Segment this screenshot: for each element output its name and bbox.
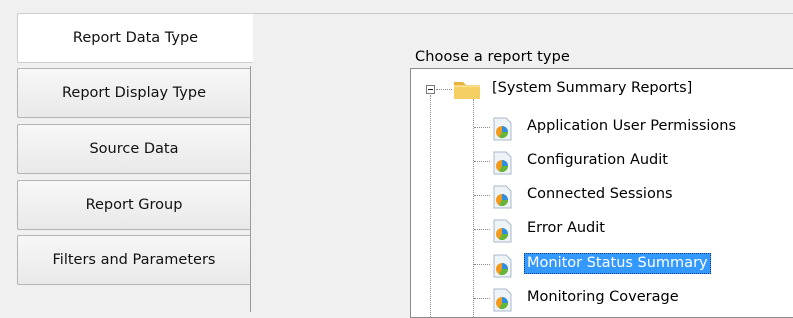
report-icon (493, 117, 512, 141)
tree-item-label[interactable]: Error Audit (524, 218, 608, 239)
tab-report-data-type[interactable]: Report Data Type (17, 13, 253, 63)
collapse-toggle[interactable] (426, 85, 435, 94)
tree-item[interactable]: Configuration Audit (411, 146, 791, 176)
tree-guide-line (474, 264, 490, 265)
tab-report-display-type[interactable]: Report Display Type (17, 68, 251, 118)
report-icon (493, 185, 512, 209)
tree-guide-line (474, 229, 490, 230)
report-icon (493, 151, 512, 175)
tree-root-label[interactable]: [System Summary Reports] (490, 79, 694, 97)
report-type-tree[interactable]: [System Summary Reports] Application Use… (410, 68, 793, 318)
folder-icon (454, 82, 480, 99)
tree-guide-line (474, 161, 490, 162)
choose-report-type-label: Choose a report type (415, 49, 570, 65)
tab-label: Report Display Type (61, 85, 207, 101)
tree-guide-line (436, 89, 452, 90)
tab-strip-divider (250, 66, 251, 312)
tree-item[interactable]: Error Audit (411, 214, 791, 244)
tab-label: Filters and Parameters (52, 252, 216, 268)
tree-item-label[interactable]: Application User Permissions (524, 116, 739, 137)
report-icon (493, 219, 512, 243)
tree-guide-line (474, 195, 490, 196)
tab-label: Source Data (89, 141, 179, 157)
tree-item[interactable]: Monitoring Coverage (411, 283, 791, 313)
tree-item[interactable]: Application User Permissions (411, 112, 791, 142)
tree-item-selected[interactable]: Monitor Status Summary (411, 249, 791, 279)
tab-source-data[interactable]: Source Data (17, 124, 251, 174)
tree-item-label[interactable]: Connected Sessions (524, 184, 676, 205)
tree-item[interactable]: Connected Sessions (411, 180, 791, 210)
report-icon (493, 288, 512, 312)
tab-label: Report Data Type (72, 30, 199, 46)
tree-guide-line (474, 127, 490, 128)
tab-report-group[interactable]: Report Group (17, 180, 251, 230)
tree-item-label[interactable]: Configuration Audit (524, 150, 671, 171)
report-icon (493, 254, 512, 278)
tree-item-label[interactable]: Monitoring Coverage (524, 287, 682, 308)
tab-strip: Report Data Type Report Display Type Sou… (0, 0, 253, 312)
tab-filters-and-parameters[interactable]: Filters and Parameters (17, 235, 251, 285)
tree-item-label[interactable]: Monitor Status Summary (524, 253, 711, 274)
tree-guide-line (474, 298, 490, 299)
tab-label: Report Group (85, 197, 183, 213)
